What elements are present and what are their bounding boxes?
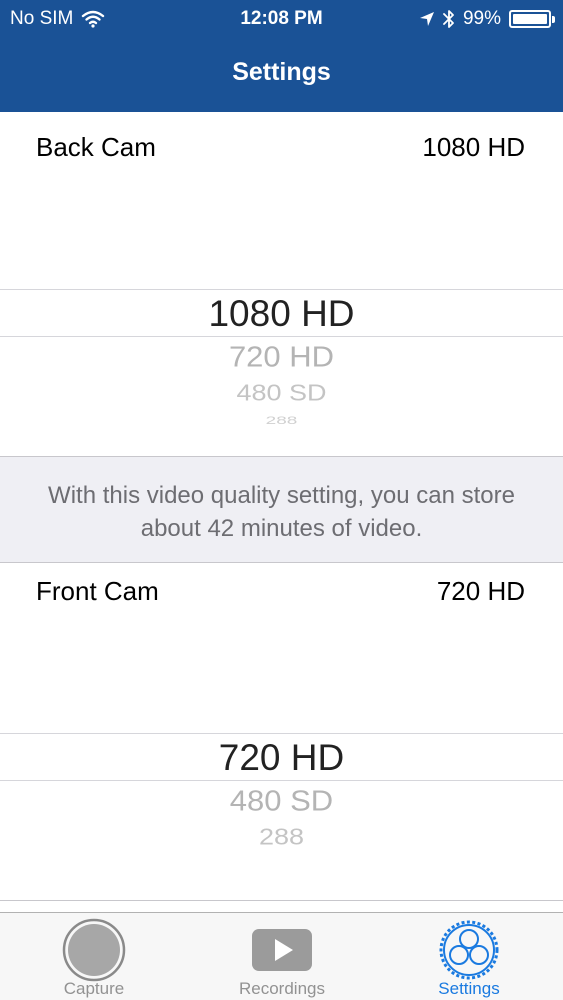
picker-option-selected[interactable]: 720 HD	[0, 737, 563, 779]
picker-selection-line-top	[0, 289, 563, 290]
front-cam-value: 720 HD	[436, 576, 525, 606]
nav-bar: No SIM 12:08 PM 99% Settings	[0, 0, 563, 112]
picker-option[interactable]: 288	[0, 824, 563, 850]
settings-gear-icon	[439, 920, 499, 980]
status-right: 99%	[419, 8, 555, 30]
picker-selection-line-top	[0, 733, 563, 734]
front-cam-row[interactable]: Front Cam 720 HD	[0, 564, 563, 616]
picker-selection-line-bottom	[0, 336, 563, 337]
tab-capture-label: Capture	[63, 979, 125, 998]
picker-selection-line-bottom	[0, 780, 563, 781]
front-cam-picker[interactable]: 720 HD 480 SD 288	[0, 616, 563, 900]
battery-icon	[509, 10, 555, 28]
picker-option[interactable]: 480 SD	[0, 784, 563, 818]
front-cam-label: Front Cam	[36, 576, 159, 606]
section-divider	[0, 900, 563, 901]
back-cam-picker[interactable]: 1080 HD 720 HD 480 SD 288	[0, 172, 563, 456]
back-cam-value: 1080 HD	[422, 132, 525, 162]
back-cam-label: Back Cam	[36, 132, 156, 162]
battery-fill	[513, 14, 547, 24]
picker-option[interactable]: 720 HD	[0, 340, 563, 374]
bluetooth-icon	[443, 10, 454, 28]
capture-icon	[62, 918, 126, 982]
back-cam-row[interactable]: Back Cam 1080 HD	[0, 120, 563, 172]
location-arrow-icon	[419, 12, 434, 26]
play-icon	[252, 929, 312, 971]
page-title: Settings	[232, 58, 331, 86]
tab-capture[interactable]: Capture	[0, 913, 188, 1000]
picker-option-selected[interactable]: 1080 HD	[0, 293, 563, 335]
tab-settings-label: Settings	[438, 979, 500, 998]
tab-settings[interactable]: Settings	[375, 913, 563, 1000]
battery-percent: 99%	[462, 8, 501, 29]
storage-note: With this video quality setting, you can…	[0, 456, 563, 563]
status-bar: No SIM 12:08 PM 99%	[0, 0, 563, 38]
picker-option[interactable]: 480 SD	[0, 380, 563, 406]
tab-recordings-label: Recordings	[239, 979, 325, 998]
tab-recordings[interactable]: Recordings	[188, 913, 376, 1000]
picker-option[interactable]: 288	[0, 414, 563, 427]
tab-bar: Capture Recordings Settings	[0, 912, 563, 1000]
